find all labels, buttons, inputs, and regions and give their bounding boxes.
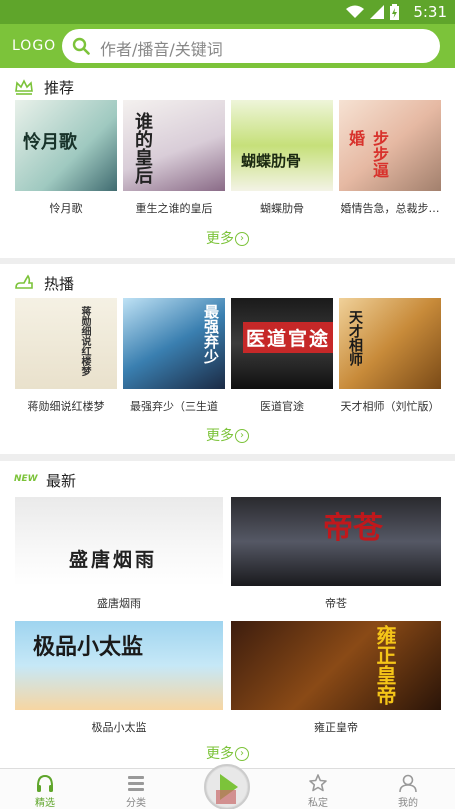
signal-icon	[370, 5, 384, 19]
more-link-hot[interactable]: 更多 ›	[0, 425, 455, 445]
book-title: 重生之谁的皇后	[135, 202, 213, 215]
book-title: 蝴蝶肋骨	[260, 202, 304, 215]
tab-label: 私定	[308, 798, 328, 809]
book-cover: 天才相师	[339, 298, 441, 389]
list-icon	[128, 776, 144, 791]
book-cover: 盛唐烟雨	[15, 497, 223, 586]
content-scroll[interactable]: 推荐 怜月歌 怜月歌 谁的皇后 重生之谁的皇后 蝴蝶肋骨 蝴蝶肋骨 步步逼婚 婚…	[0, 68, 455, 768]
app-bar: LOGO 作者/播音/关键词	[0, 24, 455, 68]
tab-label: 精选	[35, 798, 55, 809]
chevron-right-icon: ›	[235, 429, 249, 443]
book-card[interactable]: 蝴蝶肋骨 蝴蝶肋骨	[231, 100, 333, 216]
app-logo: LOGO	[12, 38, 57, 54]
book-title: 怜月歌	[49, 202, 83, 215]
section-hot: 热播 蒋勋细说红楼梦 蒋勋细说红楼梦 最强弃少 最强弃少（三生道 医道官途 医道…	[0, 264, 455, 454]
wifi-icon	[346, 5, 364, 18]
book-title: 天才相师（刘忙版）	[340, 400, 440, 413]
book-cover: 蝴蝶肋骨	[231, 100, 333, 191]
book-cover: 医道官途	[231, 298, 333, 389]
cover-title: 怜月歌	[23, 132, 77, 153]
book-cover: 最强弃少	[123, 298, 225, 389]
book-cover: 帝苍	[231, 497, 441, 586]
now-playing-button[interactable]	[204, 764, 250, 809]
tab-label: 我的	[398, 798, 418, 809]
cover-title: 步步逼婚	[346, 130, 389, 178]
cover-title: 最强弃少	[202, 304, 220, 364]
more-label: 更多	[206, 746, 234, 762]
book-card[interactable]: 最强弃少 最强弃少（三生道	[123, 298, 225, 414]
new-badge-text: NEW	[14, 474, 38, 484]
book-cover: 怜月歌	[15, 100, 117, 191]
more-label: 更多	[206, 428, 234, 444]
tab-custom[interactable]: 私定	[288, 769, 348, 809]
book-cover: 极品小太监	[15, 621, 223, 710]
chevron-right-icon: ›	[235, 232, 249, 246]
book-card[interactable]: 天才相师 天才相师（刘忙版）	[339, 298, 441, 414]
user-icon	[399, 774, 417, 793]
book-title: 帝苍	[325, 597, 347, 610]
book-title: 雍正皇帝	[314, 721, 358, 734]
book-title: 婚情告急，总裁步…	[340, 202, 440, 215]
more-link-recommend[interactable]: 更多 ›	[0, 228, 455, 248]
cover-title: 蒋勋细说红楼梦	[79, 306, 90, 376]
cover-title: 蝴蝶肋骨	[241, 152, 302, 170]
book-card[interactable]: 医道官途 医道官途	[231, 298, 333, 414]
book-title: 极品小太监	[91, 721, 147, 734]
section-recommend: 推荐 怜月歌 怜月歌 谁的皇后 重生之谁的皇后 蝴蝶肋骨 蝴蝶肋骨 步步逼婚 婚…	[0, 68, 455, 258]
cover-title: 极品小太监	[33, 634, 144, 660]
search-placeholder: 作者/播音/关键词	[100, 40, 223, 59]
more-label: 更多	[206, 231, 234, 247]
book-cover: 蒋勋细说红楼梦	[15, 298, 117, 389]
book-title: 盛唐烟雨	[97, 597, 141, 610]
new-badge-icon: NEW	[14, 470, 38, 490]
chevron-right-icon: ›	[235, 747, 249, 761]
play-icon	[207, 767, 247, 807]
more-link-latest[interactable]: 更多 ›	[0, 743, 455, 763]
section-title-hot: 热播	[44, 274, 75, 293]
book-card[interactable]: 谁的皇后 重生之谁的皇后	[123, 100, 225, 216]
book-card[interactable]: 怜月歌 怜月歌	[15, 100, 117, 216]
search-icon	[72, 37, 90, 55]
book-card[interactable]: 极品小太监 极品小太监	[15, 621, 223, 735]
crown-icon	[15, 79, 33, 95]
tab-mine[interactable]: 我的	[378, 769, 438, 809]
section-latest: NEW 最新 盛唐烟雨 盛唐烟雨 帝苍 帝苍 极品小太监 极品小太监 雍正皇帝 …	[0, 461, 455, 768]
hand-icon	[15, 274, 33, 289]
book-card[interactable]: 盛唐烟雨 盛唐烟雨	[15, 497, 223, 611]
cover-title: 盛唐烟雨	[69, 549, 158, 571]
book-card[interactable]: 帝苍 帝苍	[231, 497, 441, 611]
cover-title: 谁的皇后	[132, 112, 153, 184]
status-bar: 5:31	[0, 0, 455, 24]
headphones-icon	[37, 774, 53, 792]
section-title-recommend: 推荐	[44, 78, 75, 97]
cover-title: 雍正皇帝	[373, 625, 397, 705]
star-icon	[309, 774, 327, 792]
tab-label: 分类	[126, 798, 146, 809]
book-title: 蒋勋细说红楼梦	[27, 400, 105, 413]
cover-title: 天才相师	[347, 310, 363, 366]
book-cover: 步步逼婚	[339, 100, 441, 191]
book-card[interactable]: 步步逼婚 婚情告急，总裁步…	[339, 100, 441, 216]
search-input[interactable]: 作者/播音/关键词	[62, 29, 440, 63]
tab-featured[interactable]: 精选	[15, 769, 75, 809]
cover-title: 医道官途	[243, 322, 333, 353]
clock: 5:31	[413, 3, 447, 21]
battery-icon	[390, 4, 399, 20]
book-title: 最强弃少（三生道	[130, 400, 218, 413]
book-cover: 雍正皇帝	[231, 621, 441, 710]
cover-title: 帝苍	[323, 511, 383, 546]
book-card[interactable]: 雍正皇帝 雍正皇帝	[231, 621, 441, 735]
book-title: 医道官途	[260, 400, 304, 413]
book-card[interactable]: 蒋勋细说红楼梦 蒋勋细说红楼梦	[15, 298, 117, 414]
tab-category[interactable]: 分类	[106, 769, 166, 809]
book-cover: 谁的皇后	[123, 100, 225, 191]
section-title-latest: 最新	[46, 471, 77, 490]
